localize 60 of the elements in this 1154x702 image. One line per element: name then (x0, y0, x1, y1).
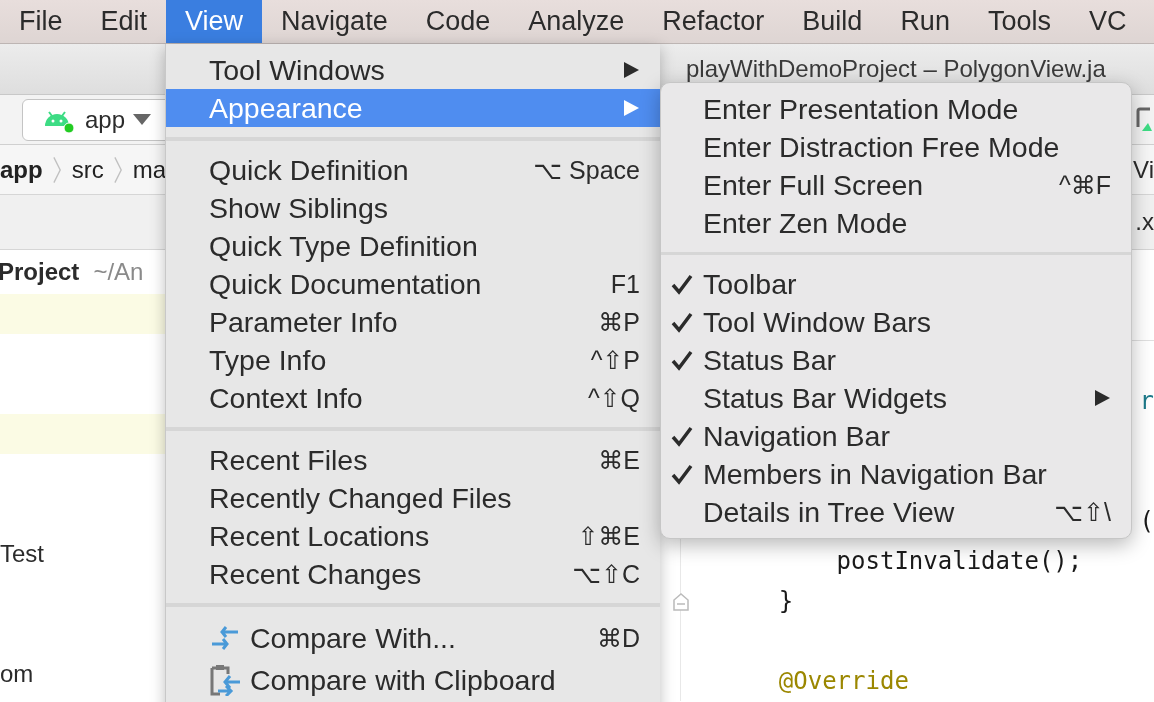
code-line: ( (1139, 507, 1154, 535)
highlighted-row[interactable] (0, 294, 166, 334)
menu-item[interactable]: Tool Window Bars (661, 303, 1131, 341)
menu-bar-item[interactable]: File (0, 0, 82, 43)
editor-tab[interactable]: .x (1135, 208, 1154, 236)
breadcrumb[interactable]: src (71, 155, 104, 184)
tree-item-label: om (0, 660, 34, 688)
menu-bar-item[interactable]: Build (783, 0, 882, 43)
menu-item[interactable]: Compare With... ⌘D (166, 617, 660, 659)
menu-item[interactable]: Status Bar Widgets (661, 379, 1131, 417)
menu-item[interactable]: Enter Distraction Free Mode (661, 128, 1131, 166)
project-path: ~/An (93, 258, 144, 286)
menu-bar-item[interactable]: Run (881, 0, 969, 43)
menu-item[interactable]: Quick Documentation F1 (166, 265, 660, 303)
tree-item-label: Test (0, 540, 44, 568)
menu-item[interactable]: Recent Changes ⌥⇧C (166, 555, 660, 593)
chevron-icon (52, 154, 62, 185)
menu-item[interactable]: Members in Navigation Bar (661, 455, 1131, 493)
menu-item[interactable]: Enter Presentation Mode (661, 90, 1131, 128)
menu-bar-item[interactable]: VC (1069, 0, 1146, 43)
menu-bar-item[interactable]: Navigate (262, 0, 407, 43)
menu-item[interactable]: Parameter Info ⌘P (166, 303, 660, 341)
menu-item[interactable]: Type Info ^⇧P (166, 341, 660, 379)
menu-bar-item[interactable]: View (166, 0, 263, 43)
menu-bar-item[interactable]: Analyze (509, 0, 644, 43)
code-line: @Override (777, 667, 909, 695)
menu-item[interactable]: Recently Changed Files (166, 479, 660, 517)
code-line: postInvalidate(); (835, 547, 1083, 575)
code-line: r (1139, 387, 1154, 415)
run-config-dropdown[interactable]: app (22, 98, 166, 141)
menu-item[interactable]: Recent Locations ⇧⌘E (166, 517, 660, 555)
highlighted-row[interactable] (0, 414, 166, 454)
menu-item[interactable]: Compare with Clipboard (166, 659, 660, 701)
clipboard-compare-icon (210, 664, 242, 696)
device-icon[interactable] (1136, 106, 1152, 133)
menu-item[interactable]: Status Bar (661, 341, 1131, 379)
menu-item[interactable]: Context Info ^⇧Q (166, 379, 660, 417)
fold-marker-icon[interactable] (673, 593, 689, 611)
menu-item[interactable]: Toolbar (661, 265, 1131, 303)
menu-bar-item[interactable]: Tools (968, 0, 1070, 43)
breadcrumb[interactable]: Vi (1133, 155, 1154, 184)
menu-item[interactable]: Recent Files ⌘E (166, 441, 660, 479)
project-panel-title: Project (0, 258, 80, 286)
menu-item[interactable]: Quick Definition ⌥ Space (166, 151, 660, 189)
menu-item[interactable]: Enter Full Screen ^⌘F (661, 166, 1131, 204)
menu-bar-item[interactable]: Refactor (643, 0, 784, 43)
breadcrumb[interactable]: ma (132, 155, 166, 184)
menu-bar-item[interactable]: Edit (81, 0, 167, 43)
menu-item[interactable]: Details in Tree View ⌥⇧\ (661, 493, 1131, 531)
menu-bar-item[interactable]: Code (406, 0, 510, 43)
chevron-icon (113, 154, 123, 185)
menu-item[interactable]: Navigation Bar (661, 417, 1131, 455)
code-line: } (777, 587, 794, 615)
menu-item[interactable]: Enter Zen Mode (661, 204, 1131, 242)
menu-item[interactable]: Show Siblings (166, 189, 660, 227)
menu-item[interactable]: Quick Type Definition (166, 227, 660, 265)
menu-item[interactable]: Tool Windows (166, 51, 660, 89)
caret-icon (133, 113, 152, 126)
window-title: playWithDemoProject – PolygonView.ja (686, 55, 1106, 83)
breadcrumb[interactable]: app (0, 155, 43, 184)
